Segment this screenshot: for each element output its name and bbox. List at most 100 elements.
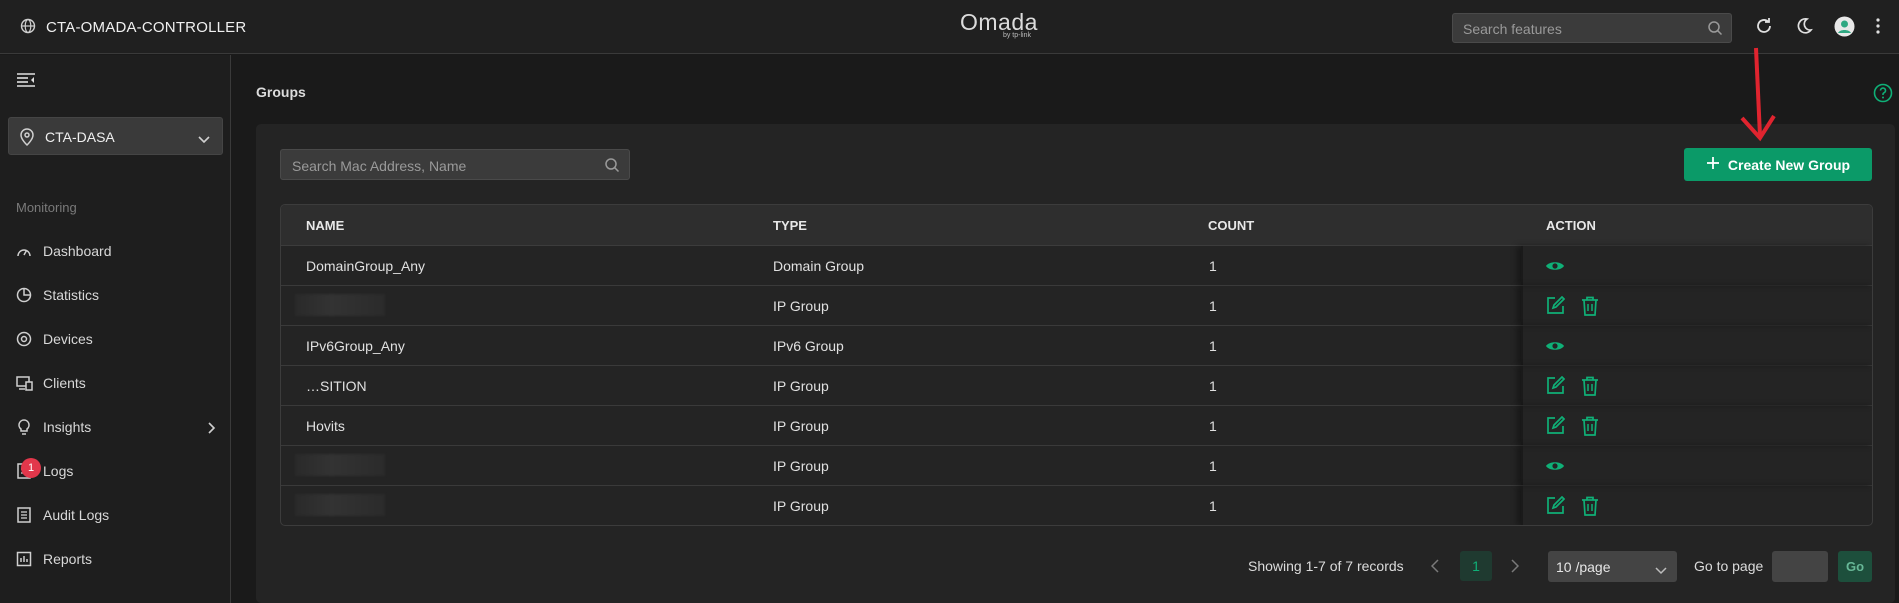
table-row: IP Group 1 bbox=[281, 486, 1872, 525]
group-name: IPv6Group_Any bbox=[306, 338, 405, 354]
help-icon[interactable] bbox=[1873, 83, 1893, 106]
site-name: CTA-DASA bbox=[45, 129, 115, 145]
group-type: IP Group bbox=[773, 418, 829, 434]
more-menu-icon[interactable] bbox=[1875, 16, 1881, 39]
action-cell bbox=[1521, 286, 1872, 325]
feature-search-input[interactable]: Search features bbox=[1452, 13, 1732, 43]
page-size-select[interactable]: 10 /page bbox=[1548, 551, 1677, 582]
table-row: IPv6Group_Any IPv6 Group 1 bbox=[281, 326, 1872, 366]
edit-icon[interactable] bbox=[1545, 415, 1566, 439]
action-cell bbox=[1521, 246, 1872, 285]
action-cell bbox=[1521, 366, 1872, 405]
sidebar-item-label: Reports bbox=[43, 551, 93, 567]
column-header-name: NAME bbox=[306, 218, 345, 233]
brand-name: Omada bbox=[960, 9, 1038, 35]
location-pin-icon bbox=[19, 128, 35, 149]
group-type: IP Group bbox=[773, 458, 829, 474]
action-cell bbox=[1521, 486, 1872, 525]
feature-search-placeholder: Search features bbox=[1463, 21, 1562, 37]
create-new-group-button[interactable]: Create New Group bbox=[1684, 148, 1872, 181]
sidebar-item-dashboard[interactable]: Dashboard bbox=[0, 231, 230, 271]
sidebar-item-logs[interactable]: 1 Logs bbox=[0, 451, 230, 491]
group-count: 1 bbox=[1209, 338, 1217, 354]
group-type: IP Group bbox=[773, 378, 829, 394]
go-button[interactable]: Go bbox=[1838, 551, 1872, 582]
redacted-name bbox=[295, 494, 385, 516]
table-row: IP Group 1 bbox=[281, 446, 1872, 486]
devices-icon bbox=[16, 331, 32, 350]
lightbulb-icon bbox=[16, 419, 32, 439]
table-row: Hovits IP Group 1 bbox=[281, 406, 1872, 446]
group-search-input[interactable]: Search Mac Address, Name bbox=[280, 149, 630, 180]
column-header-type: TYPE bbox=[773, 218, 807, 233]
avatar[interactable] bbox=[1834, 16, 1855, 40]
sidebar-item-label: Dashboard bbox=[43, 243, 112, 259]
pie-chart-icon bbox=[16, 287, 32, 306]
top-bar: CTA-OMADA-CONTROLLER Omada by tp-link Se… bbox=[0, 0, 1899, 54]
refresh-icon[interactable] bbox=[1754, 16, 1774, 39]
table-header: NAME TYPE COUNT ACTION bbox=[281, 205, 1872, 246]
sidebar-item-label: Devices bbox=[43, 331, 93, 347]
chevron-left-icon[interactable] bbox=[1430, 559, 1439, 576]
chevron-down-icon bbox=[198, 131, 210, 147]
table-row: DomainGroup_Any Domain Group 1 bbox=[281, 246, 1872, 286]
search-icon bbox=[604, 157, 620, 176]
site-selector[interactable]: CTA-DASA bbox=[8, 117, 223, 155]
groups-table: NAME TYPE COUNT ACTION DomainGroup_Any D… bbox=[280, 204, 1873, 526]
sidebar-item-audit-logs[interactable]: Audit Logs bbox=[0, 495, 230, 535]
group-name: Hovits bbox=[306, 418, 345, 434]
group-search-placeholder: Search Mac Address, Name bbox=[292, 158, 467, 174]
page-size-value: 10 /page bbox=[1556, 559, 1611, 575]
chevron-down-icon bbox=[1655, 562, 1667, 578]
group-type: Domain Group bbox=[773, 258, 865, 274]
pagination-info: Showing 1-7 of 7 records bbox=[1248, 558, 1404, 574]
delete-icon[interactable] bbox=[1581, 376, 1599, 399]
annotation-arrow-icon bbox=[1736, 46, 1776, 145]
group-name: DomainGroup_Any bbox=[306, 258, 426, 274]
chevron-right-icon[interactable] bbox=[1511, 559, 1520, 576]
action-cell bbox=[1521, 406, 1872, 445]
sidebar-item-label: Insights bbox=[43, 419, 92, 435]
sidebar-item-label: Statistics bbox=[43, 287, 100, 303]
controller-title-group: CTA-OMADA-CONTROLLER bbox=[20, 18, 246, 37]
globe-icon bbox=[20, 18, 36, 37]
pagination-current-page[interactable]: 1 bbox=[1460, 551, 1492, 581]
table-row: …SITION IP Group 1 bbox=[281, 366, 1872, 406]
goto-label: Go to page bbox=[1694, 558, 1764, 574]
column-header-action: ACTION bbox=[1546, 218, 1596, 233]
goto-page-input[interactable] bbox=[1772, 551, 1828, 582]
dark-mode-icon[interactable] bbox=[1794, 16, 1814, 39]
view-icon[interactable] bbox=[1545, 256, 1565, 279]
create-new-group-label: Create New Group bbox=[1727, 156, 1851, 173]
view-icon[interactable] bbox=[1545, 336, 1565, 359]
sidebar-item-clients[interactable]: Clients bbox=[0, 363, 230, 403]
redacted-name bbox=[295, 294, 385, 316]
group-count: 1 bbox=[1209, 458, 1217, 474]
sidebar-item-label: Logs bbox=[43, 463, 74, 479]
sidebar-item-reports[interactable]: Reports bbox=[0, 539, 230, 579]
page-title: Groups bbox=[256, 84, 306, 100]
column-header-count: COUNT bbox=[1208, 218, 1255, 233]
sidebar: CTA-DASA Monitoring Dashboard Statistics… bbox=[0, 55, 231, 603]
omada-logo: Omada by tp-link bbox=[960, 10, 1038, 39]
dashboard-icon bbox=[16, 243, 32, 262]
collapse-menu-icon[interactable] bbox=[16, 72, 36, 91]
plus-icon bbox=[1706, 156, 1720, 173]
delete-icon[interactable] bbox=[1581, 496, 1599, 519]
edit-icon[interactable] bbox=[1545, 495, 1566, 519]
delete-icon[interactable] bbox=[1581, 416, 1599, 439]
controller-name: CTA-OMADA-CONTROLLER bbox=[46, 19, 247, 36]
view-icon[interactable] bbox=[1545, 456, 1565, 479]
notification-badge: 1 bbox=[21, 458, 41, 478]
group-type: IP Group bbox=[773, 298, 829, 314]
sidebar-item-devices[interactable]: Devices bbox=[0, 319, 230, 359]
delete-icon[interactable] bbox=[1581, 296, 1599, 319]
sidebar-item-insights[interactable]: Insights bbox=[0, 407, 230, 447]
edit-icon[interactable] bbox=[1545, 295, 1566, 319]
section-label-monitoring: Monitoring bbox=[16, 200, 77, 215]
report-icon bbox=[16, 551, 32, 570]
edit-icon[interactable] bbox=[1545, 375, 1566, 399]
search-icon bbox=[1707, 20, 1723, 39]
group-count: 1 bbox=[1209, 298, 1217, 314]
sidebar-item-statistics[interactable]: Statistics bbox=[0, 275, 230, 315]
